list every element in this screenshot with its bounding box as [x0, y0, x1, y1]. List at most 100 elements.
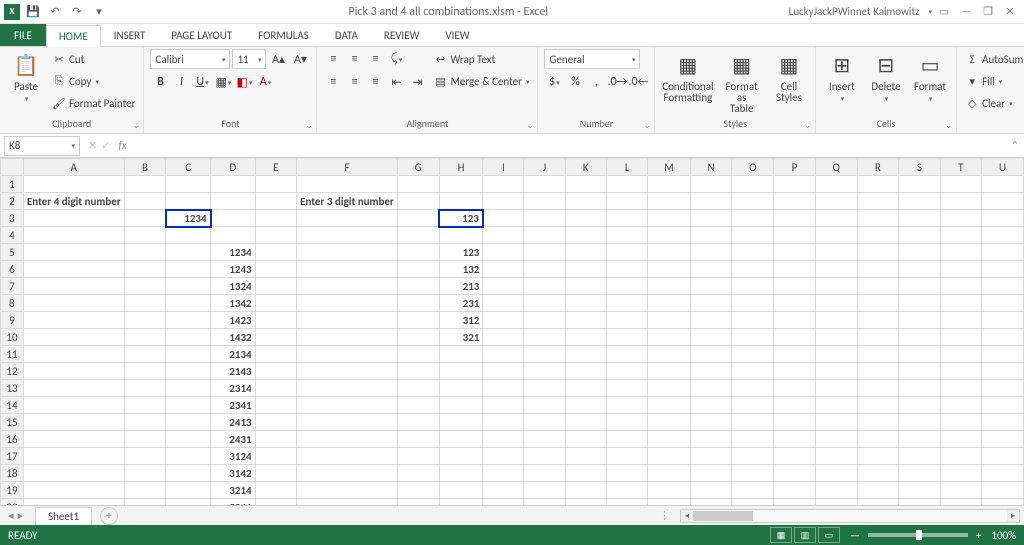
cell-F14[interactable]: [297, 397, 398, 414]
cell-J11[interactable]: [524, 346, 565, 363]
formula-input[interactable]: [131, 136, 1006, 156]
cell-O18[interactable]: [732, 465, 774, 482]
col-header-P[interactable]: P: [774, 159, 816, 176]
col-header-F[interactable]: F: [297, 159, 398, 176]
cell-A9[interactable]: [23, 312, 124, 329]
conditional-formatting-button[interactable]: ▦Conditional Formatting: [661, 49, 714, 105]
row-header-19[interactable]: 19: [1, 482, 24, 499]
row-header-13[interactable]: 13: [1, 380, 24, 397]
select-all-cell[interactable]: [1, 159, 24, 176]
cell-I2[interactable]: [483, 193, 524, 210]
cell-I3[interactable]: [483, 210, 524, 227]
cell-N6[interactable]: [690, 261, 732, 278]
cell-K11[interactable]: [565, 346, 607, 363]
row-header-1[interactable]: 1: [1, 176, 24, 193]
cell-I9[interactable]: [483, 312, 524, 329]
col-header-G[interactable]: G: [397, 159, 439, 176]
cell-R14[interactable]: [857, 397, 899, 414]
cell-L14[interactable]: [607, 397, 648, 414]
cell-Q3[interactable]: [815, 210, 857, 227]
col-header-S[interactable]: S: [899, 159, 940, 176]
cell-I4[interactable]: [483, 227, 524, 244]
cell-Q8[interactable]: [815, 295, 857, 312]
col-header-C[interactable]: C: [166, 159, 211, 176]
cell-A15[interactable]: [23, 414, 124, 431]
tab-review[interactable]: REVIEW: [371, 24, 433, 46]
cell-R9[interactable]: [857, 312, 899, 329]
cell-K15[interactable]: [565, 414, 607, 431]
cell-H4[interactable]: [439, 227, 483, 244]
cell-B9[interactable]: [124, 312, 166, 329]
row-header-11[interactable]: 11: [1, 346, 24, 363]
cell-C12[interactable]: [166, 363, 211, 380]
cell-O16[interactable]: [732, 431, 774, 448]
cell-N2[interactable]: [690, 193, 732, 210]
decrease-font-icon[interactable]: A▾: [290, 49, 310, 69]
cell-R11[interactable]: [857, 346, 899, 363]
cell-O13[interactable]: [732, 380, 774, 397]
enter-formula-icon[interactable]: ✓: [101, 139, 110, 152]
cell-E11[interactable]: [255, 346, 296, 363]
cell-D3[interactable]: [211, 210, 256, 227]
col-header-U[interactable]: U: [982, 159, 1024, 176]
cell-E12[interactable]: [255, 363, 296, 380]
cell-S8[interactable]: [899, 295, 940, 312]
ribbon-options-icon[interactable]: ▭: [934, 3, 954, 21]
cell-O11[interactable]: [732, 346, 774, 363]
cell-E13[interactable]: [255, 380, 296, 397]
cell-P4[interactable]: [774, 227, 816, 244]
insert-cells-button[interactable]: ⊞Insert▾: [822, 49, 862, 106]
cell-O7[interactable]: [732, 278, 774, 295]
format-cells-button[interactable]: ▭Format▾: [910, 49, 950, 106]
cell-M6[interactable]: [648, 261, 690, 278]
cell-U6[interactable]: [982, 261, 1024, 278]
cell-N5[interactable]: [690, 244, 732, 261]
horizontal-scrollbar[interactable]: ◂ ▸: [680, 509, 1020, 523]
cell-H8[interactable]: 231: [439, 295, 483, 312]
cell-J18[interactable]: [524, 465, 565, 482]
cell-M17[interactable]: [648, 448, 690, 465]
cell-H12[interactable]: [439, 363, 483, 380]
cell-N18[interactable]: [690, 465, 732, 482]
cell-S4[interactable]: [899, 227, 940, 244]
expand-formula-bar-icon[interactable]: ⌃: [1006, 139, 1024, 152]
col-header-B[interactable]: B: [124, 159, 166, 176]
cell-R10[interactable]: [857, 329, 899, 346]
increase-decimal-icon[interactable]: .0→: [607, 72, 627, 92]
clear-button[interactable]: ◇Clear▾: [963, 93, 1024, 113]
cell-B4[interactable]: [124, 227, 166, 244]
cell-A6[interactable]: [23, 261, 124, 278]
cell-R2[interactable]: [857, 193, 899, 210]
copy-button[interactable]: ⎘Copy▾: [50, 71, 137, 91]
cell-B7[interactable]: [124, 278, 166, 295]
percent-icon[interactable]: %: [565, 72, 585, 92]
cell-P6[interactable]: [774, 261, 816, 278]
row-header-2[interactable]: 2: [1, 193, 24, 210]
row-header-17[interactable]: 17: [1, 448, 24, 465]
cell-D2[interactable]: [211, 193, 256, 210]
decrease-indent-icon[interactable]: ⇤: [386, 72, 406, 92]
cell-A17[interactable]: [23, 448, 124, 465]
cell-S11[interactable]: [899, 346, 940, 363]
cell-U15[interactable]: [982, 414, 1024, 431]
cell-L5[interactable]: [607, 244, 648, 261]
cell-D5[interactable]: 1234: [211, 244, 256, 261]
cell-F3[interactable]: [297, 210, 398, 227]
col-header-K[interactable]: K: [565, 159, 607, 176]
cell-H15[interactable]: [439, 414, 483, 431]
cell-C10[interactable]: [166, 329, 211, 346]
cell-D16[interactable]: 2431: [211, 431, 256, 448]
cell-T12[interactable]: [940, 363, 981, 380]
cell-U12[interactable]: [982, 363, 1024, 380]
cell-L11[interactable]: [607, 346, 648, 363]
cell-B12[interactable]: [124, 363, 166, 380]
save-icon[interactable]: 💾: [24, 3, 42, 21]
cell-Q13[interactable]: [815, 380, 857, 397]
cell-F4[interactable]: [297, 227, 398, 244]
cell-N19[interactable]: [690, 482, 732, 499]
spreadsheet-grid[interactable]: ABCDEFGHIJKLMNOPQRSTU12Enter 4 digit num…: [0, 158, 1024, 505]
cell-P10[interactable]: [774, 329, 816, 346]
cell-Q2[interactable]: [815, 193, 857, 210]
cell-P2[interactable]: [774, 193, 816, 210]
cell-H5[interactable]: 123: [439, 244, 483, 261]
